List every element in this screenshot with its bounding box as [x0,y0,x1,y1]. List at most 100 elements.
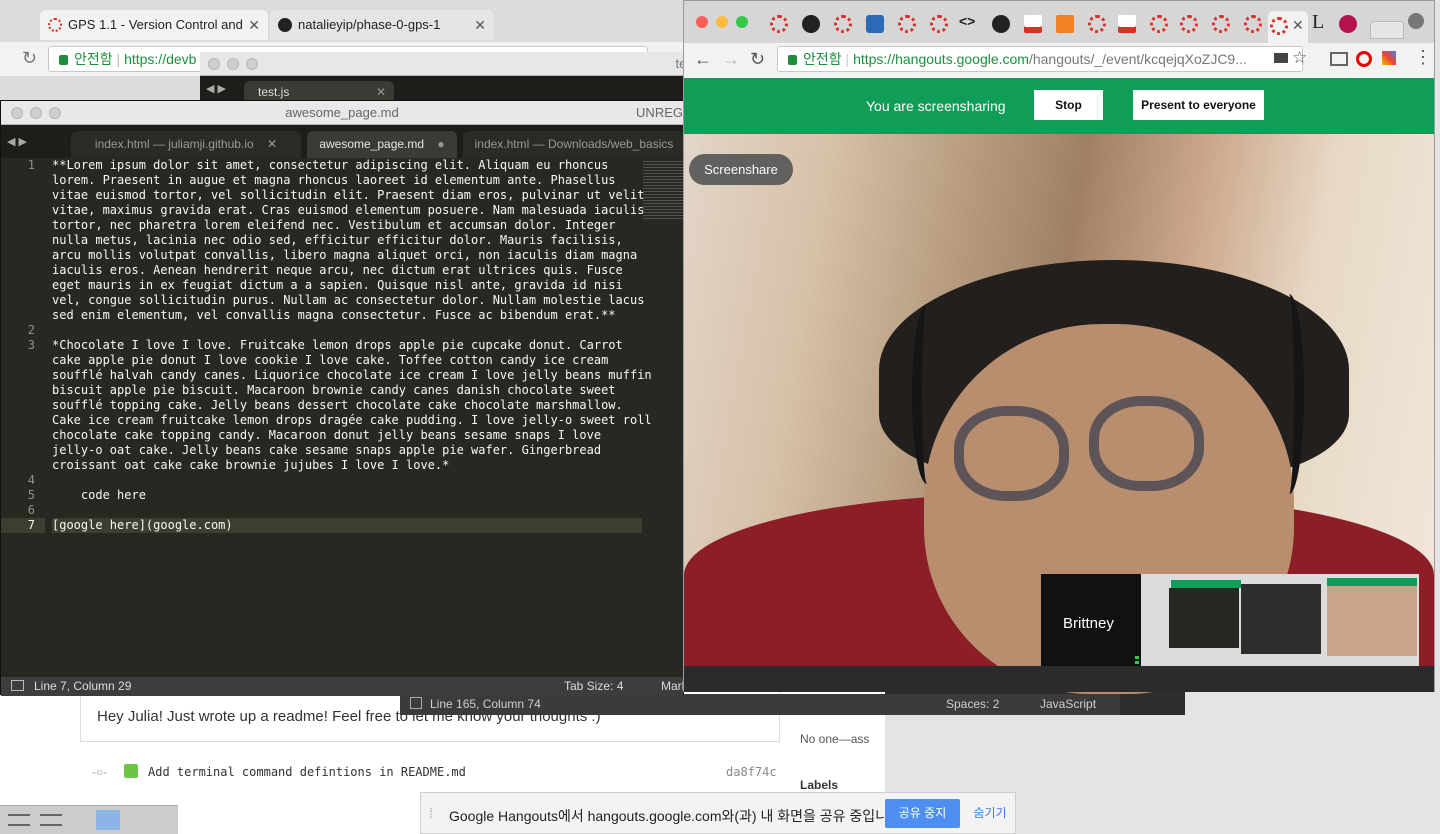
address-bar[interactable]: 안전함 | https://hangouts.google.com/hangou… [777,46,1303,72]
tab-index-web-basics[interactable]: index.html — Downloads/web_basics [463,131,685,158]
code-line[interactable]: sed enim elementum, vel convallis magna … [52,308,642,323]
opera-icon[interactable] [1356,51,1372,67]
zoom-dot[interactable] [246,58,258,70]
commit-message[interactable]: Add terminal command defintions in READM… [148,765,466,779]
doc-icon[interactable] [1118,15,1136,33]
panel-icon[interactable] [11,680,24,691]
code-line[interactable]: Cake ice cream fruitcake lemon drops dra… [52,413,652,428]
code-line[interactable]: croissant oat cake cake brownie jujubes … [52,458,642,473]
close-icon[interactable]: ✕ [474,10,486,40]
close-icon[interactable]: ✕ [248,10,260,40]
loading-icon[interactable] [770,15,788,33]
minimize-dot[interactable] [227,58,239,70]
code-line[interactable] [52,473,642,488]
stackoverflow-icon[interactable] [1056,15,1074,33]
zoom-dot[interactable] [49,107,61,119]
screenshare-chip[interactable]: Screenshare [689,154,793,185]
commit-sha[interactable]: da8f74c [726,765,777,779]
code-line[interactable]: eget mauris in ex feugiat dictum a a sap… [52,278,642,293]
list-icon[interactable] [40,814,62,826]
app-icon[interactable] [1339,15,1357,33]
assignees-value: No one—ass [800,732,870,746]
loading-icon[interactable] [834,15,852,33]
close-dot[interactable] [11,107,23,119]
reload-icon[interactable]: ↻ [750,49,765,70]
minimize-dot[interactable] [30,107,42,119]
code-line[interactable]: tortor, nec pharetra lorem eleifend nec.… [52,218,642,233]
back-arrow-icon[interactable]: ← [694,49,712,70]
tab-gps[interactable]: GPS 1.1 - Version Control and ✕ [40,10,268,40]
minimize-dot[interactable] [716,16,728,28]
hide-button[interactable]: 숨기기 [966,799,1014,828]
github-icon [278,18,292,32]
code-line[interactable]: arcu mollis volutpat convallis, libero m… [52,248,642,263]
stop-sharing-button[interactable]: 공유 중지 [885,799,960,828]
code-line[interactable]: biscuit apple pie biscuit. Macaroon brow… [52,383,642,398]
new-tab-button[interactable] [1370,21,1404,39]
present-to-everyone-button[interactable]: Present to everyone [1133,90,1264,120]
tab-index-juliamji[interactable]: index.html — juliamji.github.io ✕ [71,131,301,158]
code-line[interactable]: soufflé topping cake. Jelly beans desser… [52,398,642,413]
loading-icon[interactable] [1212,15,1230,33]
extension-icon[interactable] [1382,51,1396,65]
close-dot[interactable] [208,58,220,70]
menu-icon[interactable]: ⋮ [1414,47,1432,68]
screenshare-thumbnail[interactable] [1141,574,1419,674]
camera-icon[interactable] [1274,53,1288,63]
bookmark-star-icon[interactable]: ☆ [1292,48,1307,68]
modified-dot-icon[interactable]: ● [437,137,444,151]
indent-setting[interactable]: Spaces: 2 [946,697,999,711]
loading-icon[interactable] [898,15,916,33]
minimap[interactable] [643,161,685,221]
code-line[interactable]: **Lorem ipsum dolor sit amet, consectetu… [52,158,642,173]
github-icon[interactable] [802,15,820,33]
tab-size-setting[interactable]: Tab Size: 4 [564,677,623,696]
loading-icon[interactable] [1088,15,1106,33]
forward-arrow-icon[interactable]: → [722,49,740,70]
github-icon[interactable] [992,15,1010,33]
code-line[interactable]: chocolate cake topping candy. Macaroon d… [52,428,642,443]
code-line[interactable]: vitae euismod tortor, vel sollicitudin e… [52,188,644,203]
app-icon[interactable] [866,15,884,33]
zoom-dot[interactable] [736,16,748,28]
profile-icon[interactable] [1408,13,1424,29]
loading-icon[interactable] [1180,15,1198,33]
commit-row[interactable]: -○- Add terminal command defintions in R… [92,762,782,784]
code-line[interactable]: *Chocolate I love I love. Fruitcake lemo… [52,338,642,353]
code-line[interactable]: code here [52,488,642,503]
close-dot[interactable] [696,16,708,28]
doc-icon[interactable] [1024,15,1042,33]
code-line[interactable]: nulla metus, lacinia nec odio sed, effic… [52,233,642,248]
tab-letter-l[interactable]: L [1312,11,1324,34]
loading-icon[interactable] [1244,15,1262,33]
code-line[interactable]: cake apple pie donut I love cookie I lov… [52,353,642,368]
nav-arrows-icon[interactable]: ◀ ▶ [206,82,226,95]
loading-icon[interactable] [930,15,948,33]
close-icon[interactable]: ✕ [1292,17,1304,34]
code-line[interactable]: jelly-o oat cake. Jelly beans cake sesam… [52,443,642,458]
tab-awesome-page[interactable]: awesome_page.md ● [307,131,457,158]
code-line[interactable]: [google here](google.com) [52,518,642,533]
code-line[interactable] [52,323,642,338]
stop-button[interactable]: Stop [1034,90,1103,120]
list-icon[interactable] [8,814,30,826]
close-icon[interactable]: ✕ [267,137,277,151]
tab-github-repo[interactable]: natalieyip/phase-0-gps-1 ✕ [270,10,494,40]
nav-arrows-icon[interactable]: ◀ ▶ [7,135,27,148]
code-icon[interactable]: <> [959,13,975,29]
line-number [1,353,45,368]
cast-icon[interactable] [1330,52,1348,66]
view-icon[interactable] [96,810,120,830]
code-line[interactable]: vitae, maximus gravida erat. Cras euismo… [52,203,644,218]
active-tab[interactable]: ✕ [1268,11,1308,43]
loading-icon[interactable] [1150,15,1168,33]
reload-icon[interactable]: ↻ [22,48,37,69]
code-editor[interactable]: **Lorem ipsum dolor sit amet, consectetu… [52,158,652,726]
code-line[interactable]: vel, congue sollicitudin purus. Nullam a… [52,293,644,308]
drag-handle-icon[interactable]: ⁞ [429,805,433,821]
code-line[interactable] [52,503,642,518]
code-line[interactable]: soufflé halvah candy canes. Liquorice ch… [52,368,652,383]
syntax-setting[interactable]: JavaScript [1040,697,1096,711]
code-line[interactable]: iaculis eros. Aenean hendrerit neque arc… [52,263,642,278]
code-line[interactable]: lorem. Praesent in augue et magna rhoncu… [52,173,642,188]
